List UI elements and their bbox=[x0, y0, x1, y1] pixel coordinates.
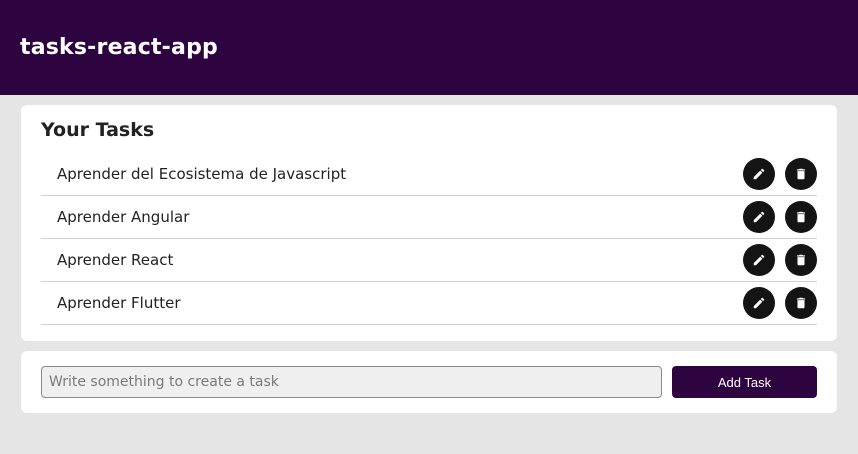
task-text: Aprender Angular bbox=[57, 208, 190, 226]
task-actions bbox=[743, 287, 817, 319]
pencil-icon bbox=[753, 254, 765, 266]
task-text: Aprender del Ecosistema de Javascript bbox=[57, 165, 347, 183]
task-input[interactable] bbox=[41, 366, 662, 398]
pencil-icon bbox=[753, 168, 765, 180]
task-text: Aprender React bbox=[57, 251, 174, 269]
delete-task-button[interactable] bbox=[785, 201, 817, 233]
add-task-button[interactable]: Add Task bbox=[672, 366, 817, 398]
pencil-icon bbox=[753, 297, 765, 309]
add-task-form: Add Task bbox=[21, 351, 837, 413]
edit-task-button[interactable] bbox=[743, 287, 775, 319]
task-item: Aprender Flutter bbox=[41, 282, 817, 325]
task-item: Aprender del Ecosistema de Javascript bbox=[41, 153, 817, 196]
trash-icon bbox=[796, 297, 806, 309]
task-actions bbox=[743, 158, 817, 190]
pencil-icon bbox=[753, 211, 765, 223]
task-list: Aprender del Ecosistema de Javascript Ap… bbox=[41, 153, 817, 325]
task-item: Aprender React bbox=[41, 239, 817, 282]
delete-task-button[interactable] bbox=[785, 287, 817, 319]
task-actions bbox=[743, 244, 817, 276]
delete-task-button[interactable] bbox=[785, 158, 817, 190]
task-actions bbox=[743, 201, 817, 233]
edit-task-button[interactable] bbox=[743, 158, 775, 190]
trash-icon bbox=[796, 254, 806, 266]
trash-icon bbox=[796, 211, 806, 223]
task-item: Aprender Angular bbox=[41, 196, 817, 239]
app-title: tasks-react-app bbox=[20, 35, 218, 60]
tasks-card: Your Tasks Aprender del Ecosistema de Ja… bbox=[21, 105, 837, 341]
app-bar: tasks-react-app bbox=[0, 0, 858, 95]
delete-task-button[interactable] bbox=[785, 244, 817, 276]
tasks-heading: Your Tasks bbox=[41, 119, 155, 141]
edit-task-button[interactable] bbox=[743, 201, 775, 233]
edit-task-button[interactable] bbox=[743, 244, 775, 276]
trash-icon bbox=[796, 168, 806, 180]
task-text: Aprender Flutter bbox=[57, 294, 181, 312]
